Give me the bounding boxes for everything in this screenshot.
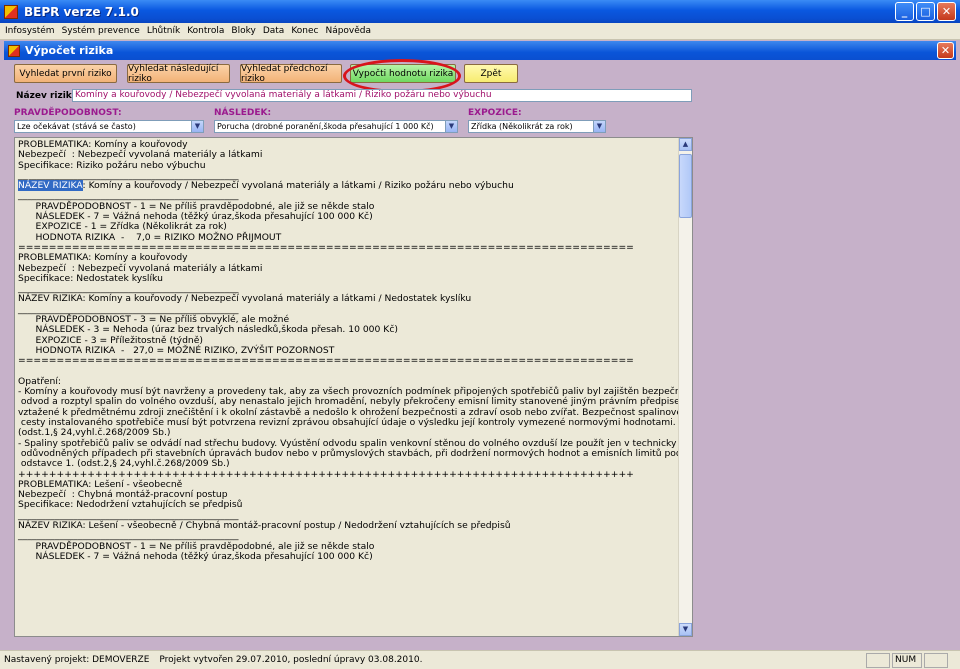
chevron-down-icon[interactable]: ▼ — [445, 121, 457, 132]
close-icon[interactable]: ✕ — [937, 2, 956, 21]
status-project: Nastavený projekt: DEMOVERZE — [4, 655, 150, 665]
probability-value: Lze očekávat (stává se často) — [17, 122, 136, 131]
scroll-down-icon[interactable]: ▼ — [679, 623, 692, 636]
chevron-down-icon[interactable]: ▼ — [191, 121, 203, 132]
app-icon — [4, 4, 18, 19]
vertical-scrollbar[interactable]: ▲ ▼ — [678, 138, 692, 636]
close-window-icon[interactable]: ✕ — [937, 42, 954, 59]
exposure-value: Zřídka (Několikrát za rok) — [471, 122, 573, 131]
consequence-select[interactable]: Porucha (drobné poranění,škoda přesahují… — [214, 120, 458, 133]
menu-data[interactable]: Data — [263, 26, 285, 36]
window-title: Výpočet rizika — [25, 44, 114, 57]
menu-system-prevence[interactable]: Systém prevence — [62, 26, 140, 36]
exposure-select[interactable]: Zřídka (Několikrát za rok) ▼ — [468, 120, 606, 133]
menu-napoveda[interactable]: Nápověda — [325, 26, 371, 36]
num-lock-indicator: NUM — [892, 653, 922, 668]
report-text-top: PROBLEMATIKA: Komíny a kouřovody Nebezpe… — [18, 139, 263, 181]
status-panel — [924, 653, 948, 668]
find-first-button[interactable]: Vyhledat první riziko — [14, 64, 117, 83]
risk-name-field[interactable]: Komíny a kouřovody / Nebezpečí vyvolaná … — [72, 89, 692, 102]
report-text-rest: : Komíny a kouřovody / Nebezpečí vyvolan… — [18, 180, 692, 562]
probability-select[interactable]: Lze očekávat (stává se často) ▼ — [14, 120, 204, 133]
minimize-icon[interactable]: _ — [895, 2, 914, 21]
chevron-down-icon[interactable]: ▼ — [593, 121, 605, 132]
risk-report-text: PROBLEMATIKA: Komíny a kouřovody Nebezpe… — [18, 139, 692, 562]
menu-kontrola[interactable]: Kontrola — [187, 26, 224, 36]
maximize-icon[interactable]: □ — [916, 2, 935, 21]
find-previous-button[interactable]: Vyhledat předchozí riziko — [240, 64, 342, 84]
consequence-label: NÁSLEDEK: — [214, 108, 272, 118]
menu-konec[interactable]: Konec — [291, 26, 318, 36]
find-next-button[interactable]: Vyhledat následující riziko — [127, 64, 230, 84]
scroll-up-icon[interactable]: ▲ — [679, 138, 692, 151]
child-window-title-bar: Výpočet rizika ✕ — [4, 41, 956, 60]
menu-lhutnik[interactable]: Lhůtník — [147, 26, 180, 36]
risk-report-textarea[interactable]: PROBLEMATIKA: Komíny a kouřovody Nebezpe… — [14, 137, 693, 637]
app-title-bar: BEPR verze 7.1.0 _ □ ✕ — [0, 0, 960, 23]
status-panel — [866, 653, 890, 668]
exposure-label: EXPOZICE: — [468, 108, 522, 118]
back-button[interactable]: Zpět — [464, 64, 518, 83]
risk-name-label: Název rizika — [16, 91, 78, 101]
menu-infosystem[interactable]: Infosystém — [5, 26, 55, 36]
menu-bar: Infosystém Systém prevence Lhůtník Kontr… — [0, 23, 960, 40]
status-created: Projekt vytvořen 29.07.2010, poslední úp… — [159, 655, 423, 665]
status-bar: Nastavený projekt: DEMOVERZE Projekt vyt… — [0, 650, 960, 669]
probability-label: PRAVDĚPODOBNOST: — [14, 108, 122, 118]
app-title: BEPR verze 7.1.0 — [24, 4, 139, 19]
consequence-value: Porucha (drobné poranění,škoda přesahují… — [217, 122, 434, 131]
window-icon — [8, 44, 20, 57]
menu-bloky[interactable]: Bloky — [231, 26, 255, 36]
scroll-thumb[interactable] — [679, 154, 692, 218]
annotation-circle — [343, 59, 461, 93]
